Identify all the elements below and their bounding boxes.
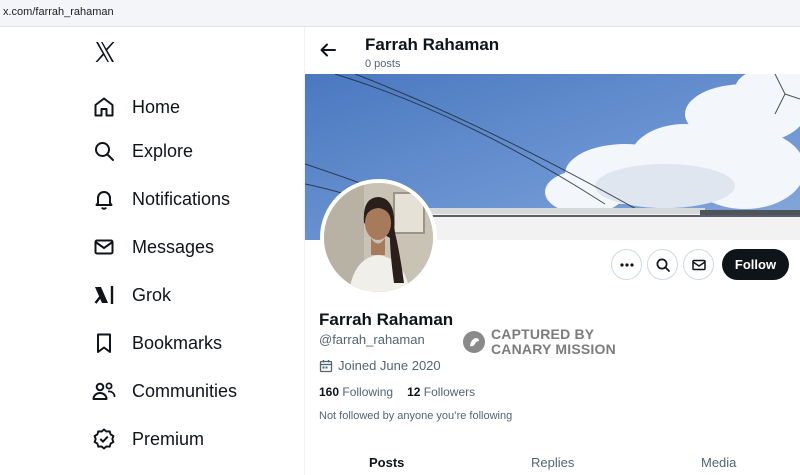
envelope-icon: [88, 233, 120, 261]
ellipsis-icon: [619, 262, 634, 267]
url-text[interactable]: x.com/farrah_rahaman: [3, 6, 114, 18]
sidebar-item-communities[interactable]: Communities: [88, 371, 288, 411]
watermark-text: CAPTURED BY CANARY MISSION: [491, 327, 616, 357]
profile-column: Farrah Rahaman 0 posts Follow Farrah Rah…: [305, 27, 800, 475]
people-icon: [88, 377, 120, 405]
search-icon: [88, 137, 120, 165]
header-name: Farrah Rahaman: [365, 35, 500, 54]
avatar[interactable]: [320, 179, 437, 296]
sidebar-item-explore[interactable]: Explore: [88, 131, 288, 171]
back-arrow-icon[interactable]: [317, 39, 339, 61]
profile-header-bar: Farrah Rahaman 0 posts: [305, 27, 800, 74]
more-options-button[interactable]: [611, 249, 642, 280]
sidebar-item-bookmarks[interactable]: Bookmarks: [88, 323, 288, 363]
browser-address-bar[interactable]: x.com/farrah_rahaman: [0, 0, 800, 27]
follow-button[interactable]: Follow: [722, 249, 789, 280]
avatar-photo: [324, 183, 433, 292]
watermark: CAPTURED BY CANARY MISSION: [462, 327, 616, 357]
header-post-count: 0 posts: [365, 58, 401, 70]
tab-posts[interactable]: Posts: [369, 455, 404, 470]
joined-text: Joined June 2020: [338, 358, 441, 373]
followers-count: 12: [407, 385, 421, 399]
search-profile-button[interactable]: [647, 249, 678, 280]
bookmark-icon: [88, 329, 120, 357]
sidebar-item-label: Messages: [132, 236, 215, 257]
message-button[interactable]: [683, 249, 714, 280]
followers-you-know-text: Not followed by anyone you’re following: [319, 410, 513, 422]
sidebar-item-label: Home: [132, 96, 181, 117]
sidebar-item-label: Grok: [132, 284, 172, 305]
sidebar-nav: Home Explore Notifications Messages Grok…: [0, 27, 305, 475]
watermark-line-1: CAPTURED BY: [491, 326, 595, 342]
sidebar-item-label: Premium: [132, 428, 205, 449]
sidebar-item-premium[interactable]: Premium: [88, 419, 288, 459]
verified-badge-icon: [88, 425, 120, 453]
tab-replies[interactable]: Replies: [531, 455, 574, 470]
tab-media[interactable]: Media: [701, 455, 736, 470]
sidebar-item-label: Explore: [132, 140, 194, 161]
x-logo-icon[interactable]: [93, 40, 117, 64]
followers-label: Followers: [423, 385, 476, 399]
follow-stats: 160 Following 12 Followers: [319, 385, 475, 399]
sidebar-item-home[interactable]: Home: [88, 87, 288, 127]
profile-tabs: Posts Replies Media: [305, 443, 800, 475]
sidebar-item-notifications[interactable]: Notifications: [88, 179, 288, 219]
joined-date: Joined June 2020: [319, 358, 441, 373]
canary-bird-icon: [463, 331, 485, 353]
calendar-icon: [319, 359, 333, 372]
following-link[interactable]: 160 Following: [319, 385, 393, 399]
following-count: 160: [319, 385, 340, 399]
profile-name: Farrah Rahaman: [319, 310, 454, 329]
search-icon: [656, 258, 670, 272]
following-label: Following: [342, 385, 394, 399]
sidebar-item-grok[interactable]: Grok: [88, 275, 288, 315]
sidebar-item-label: Communities: [132, 380, 238, 401]
followers-link[interactable]: 12 Followers: [407, 385, 475, 399]
watermark-line-2: CANARY MISSION: [491, 341, 616, 357]
grok-icon: [88, 281, 120, 309]
sidebar-item-label: Bookmarks: [132, 332, 223, 353]
sidebar-item-messages[interactable]: Messages: [88, 227, 288, 267]
sidebar-item-label: Notifications: [132, 188, 231, 209]
profile-handle: @farrah_rahaman: [319, 332, 425, 347]
envelope-icon: [691, 259, 706, 270]
home-icon: [88, 93, 120, 121]
bell-icon: [88, 185, 120, 213]
